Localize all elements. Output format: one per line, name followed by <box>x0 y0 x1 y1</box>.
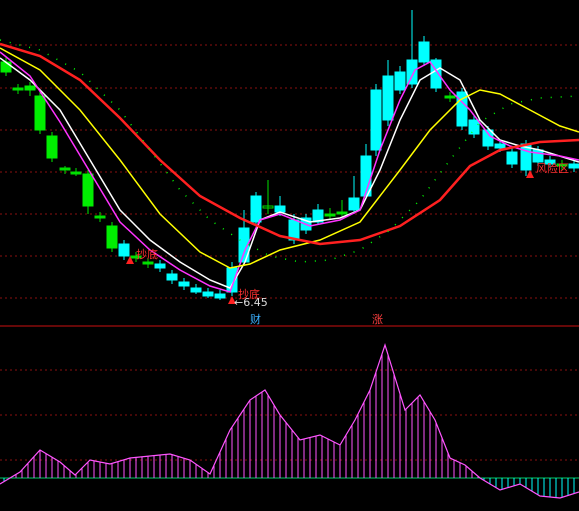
candle-body <box>12 87 24 91</box>
price-label: ←6.45 <box>234 296 268 309</box>
candle-body <box>106 225 118 249</box>
candle-body <box>394 71 406 91</box>
candle-body <box>154 263 166 269</box>
sub-panel-grid <box>0 369 579 461</box>
candle-body <box>178 281 190 287</box>
indicator-bars <box>0 343 579 499</box>
candle-body <box>418 41 430 63</box>
indicator-line <box>0 343 579 499</box>
candle-body <box>190 287 202 293</box>
candle-body <box>70 171 82 175</box>
candle-body <box>430 59 442 89</box>
stock-chart[interactable]: 抄底抄底风险区←6.45 财 涨 <box>0 0 579 511</box>
candle-body <box>532 149 544 163</box>
candle-body <box>370 89 382 151</box>
candle-body <box>82 173 94 207</box>
signal-label: 风险区 <box>536 161 569 175</box>
candle-body <box>118 243 130 257</box>
candle-body <box>59 167 71 171</box>
overlay-lines <box>0 39 579 293</box>
candle-body <box>506 151 518 165</box>
candle-body <box>494 143 506 149</box>
candle-body <box>166 273 178 281</box>
candle-body <box>406 59 418 85</box>
candle-body <box>336 211 348 215</box>
info-badges: 财 涨 <box>250 312 383 326</box>
candle-body <box>444 95 456 99</box>
candle-body <box>382 75 394 121</box>
signal-arrow-icon <box>526 170 534 178</box>
candle-body <box>324 213 336 217</box>
candle-body <box>274 205 286 213</box>
candle-body <box>46 135 58 159</box>
candle-body <box>34 95 46 131</box>
signal-markers: 抄底抄底风险区←6.45 <box>126 161 569 309</box>
candle-body <box>568 163 579 169</box>
candle-body <box>214 293 226 299</box>
main-panel-grid <box>0 44 579 299</box>
candle-body <box>142 261 154 265</box>
candle-body <box>250 195 262 223</box>
candle-body <box>468 119 480 135</box>
candle-body <box>94 215 106 219</box>
candle-body <box>202 291 214 297</box>
badge-cai[interactable]: 财 <box>250 312 261 326</box>
candle-body <box>24 85 36 91</box>
badge-zhang[interactable]: 涨 <box>372 313 383 326</box>
candle-body <box>348 197 360 211</box>
signal-label: 抄底 <box>136 247 158 261</box>
candle-body <box>0 61 12 73</box>
